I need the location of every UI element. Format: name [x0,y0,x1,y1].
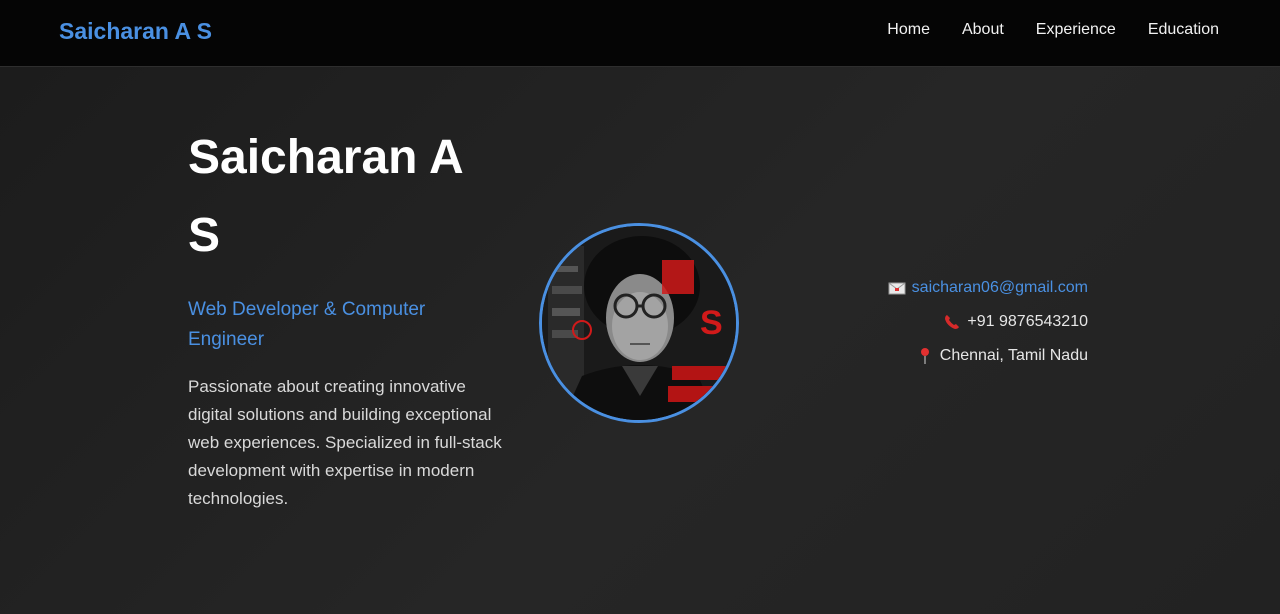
hero-section: Saicharan A S Web Developer & Computer E… [0,67,1280,614]
contact-email-row: saicharan06@gmail.com [888,277,1088,311]
phone-number: +91 9876543210 [967,313,1088,330]
brand-logo[interactable]: Saicharan A S [59,18,212,45]
nav-link-experience[interactable]: Experience [1036,21,1116,39]
contact-info: saicharan06@gmail.com +91 9876543210 Che… [888,277,1088,379]
envelope-icon [888,282,906,295]
telephone-icon [945,315,960,329]
pin-icon [920,348,929,364]
email-link[interactable]: saicharan06@gmail.com [912,277,1088,299]
profile-avatar: S [539,223,739,423]
profile-portrait-image: S [542,226,736,420]
contact-location-row: Chennai, Tamil Nadu [888,345,1088,379]
svg-text:S: S [700,304,723,342]
navbar: Saicharan A S Home About Experience Educ… [0,0,1280,67]
hero-name: Saicharan A S [188,131,462,262]
hero-intro: Saicharan A S Web Developer & Computer E… [188,119,508,513]
hero-description: Passionate about creating innovative dig… [188,377,502,508]
nav-link-about[interactable]: About [962,21,1004,39]
hero-subtitle: Web Developer & Computer Engineer [188,299,426,350]
nav-link-home[interactable]: Home [887,21,930,39]
nav-links: Home About Experience Education [887,21,1219,39]
nav-link-education[interactable]: Education [1148,21,1219,39]
location-text: Chennai, Tamil Nadu [939,347,1088,364]
contact-phone-row: +91 9876543210 [888,311,1088,345]
